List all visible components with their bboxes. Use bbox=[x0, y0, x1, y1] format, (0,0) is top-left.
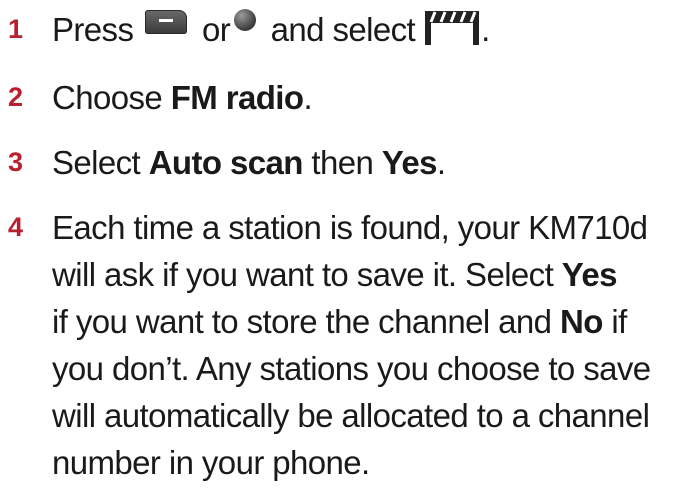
step-3: 3 Select Auto scan then Yes. bbox=[0, 139, 678, 186]
instruction-steps: 1 Press or and select . 2 Choose FM radi… bbox=[0, 0, 678, 493]
ok-key-icon bbox=[234, 9, 257, 32]
text-line: will ask if you want to save it. Select … bbox=[52, 251, 662, 298]
clapper-icon bbox=[425, 11, 480, 46]
step-number: 4 bbox=[8, 212, 24, 242]
text-line: Each time a station is found, your KM710… bbox=[52, 209, 648, 246]
and-select-word: and select bbox=[270, 11, 416, 48]
menu-key-icon bbox=[145, 10, 188, 35]
period: . bbox=[436, 144, 446, 181]
text-span: if you want to store the channel and bbox=[52, 303, 552, 340]
or-word: or bbox=[201, 11, 231, 48]
step-2: 2 Choose FM radio. bbox=[0, 74, 678, 121]
text-span: will ask if you want to save it. Select bbox=[52, 256, 554, 293]
yes-option-name: Yes bbox=[381, 144, 438, 181]
period: . bbox=[481, 11, 490, 48]
text-line: you don’t. Any stations you choose to sa… bbox=[52, 350, 651, 387]
text-line: number in your phone. bbox=[52, 444, 370, 481]
step-number: 2 bbox=[8, 82, 24, 112]
choose-word: Choose bbox=[52, 79, 163, 116]
step-text: Press or and select . bbox=[52, 6, 662, 53]
select-word: Select bbox=[52, 144, 141, 181]
then-word: then bbox=[311, 144, 374, 181]
text-line: will automatically be allocated to a cha… bbox=[52, 397, 650, 434]
press-word: Press bbox=[52, 11, 134, 48]
step-text: Each time a station is found, your KM710… bbox=[52, 204, 662, 486]
text-line: if you want to store the channel and No … bbox=[52, 298, 662, 345]
fm-radio-menu-name: FM radio bbox=[170, 79, 304, 116]
step-number: 1 bbox=[8, 14, 24, 44]
step-text: Select Auto scan then Yes. bbox=[52, 139, 662, 186]
no-option-name: No bbox=[560, 303, 603, 340]
yes-option-name: Yes bbox=[561, 256, 618, 293]
auto-scan-menu-name: Auto scan bbox=[148, 144, 304, 181]
step-4: 4 Each time a station is found, your KM7… bbox=[0, 204, 678, 486]
text-span: if bbox=[611, 303, 627, 340]
period: . bbox=[303, 79, 313, 116]
step-text: Choose FM radio. bbox=[52, 74, 662, 121]
step-number: 3 bbox=[8, 147, 24, 177]
step-1: 1 Press or and select . bbox=[0, 6, 678, 53]
